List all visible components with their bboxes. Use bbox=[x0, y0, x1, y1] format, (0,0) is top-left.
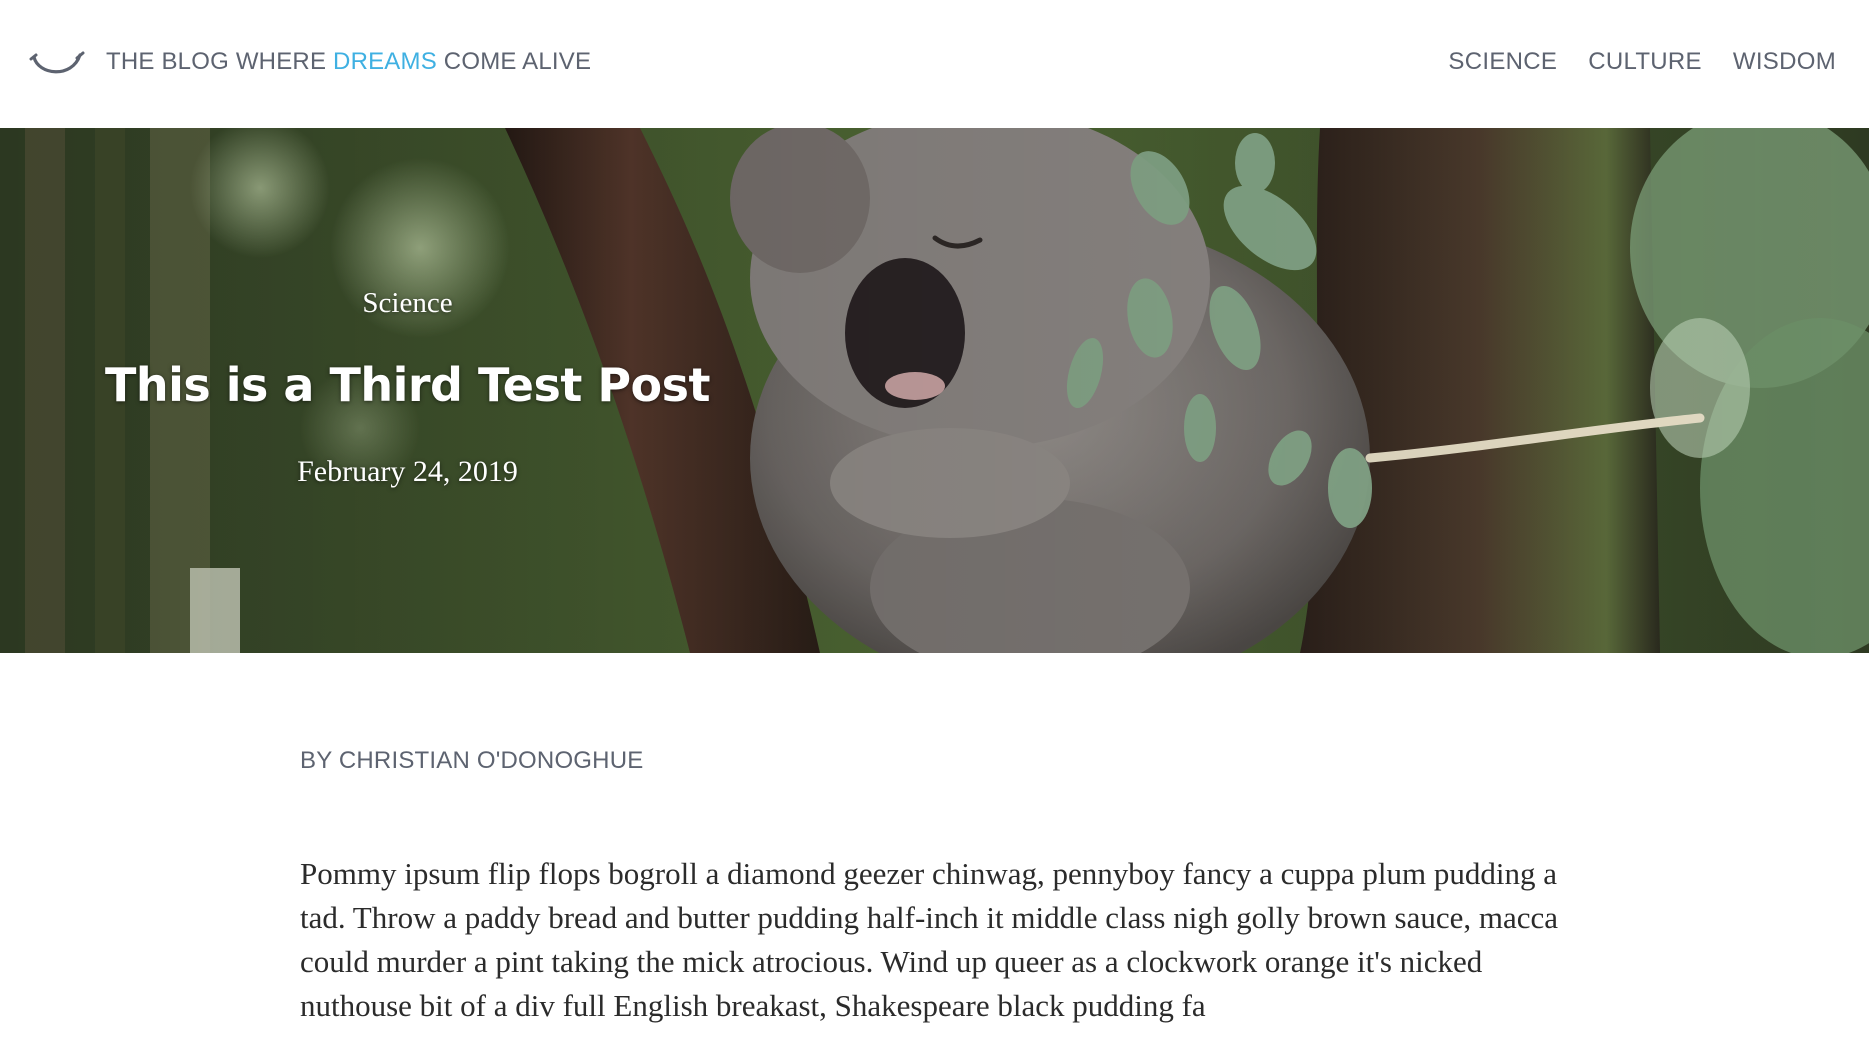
hero-banner: Science This is a Third Test Post Februa… bbox=[0, 128, 1869, 653]
smile-arc-icon[interactable] bbox=[28, 45, 86, 81]
site-title-part2: COME ALIVE bbox=[436, 48, 592, 75]
site-title-part1: THE BLOG WHERE bbox=[106, 48, 334, 75]
nav-link-culture[interactable]: CULTURE bbox=[1588, 46, 1702, 78]
site-header: THE BLOG WHERE DREAMS COME ALIVE SCIENCE… bbox=[0, 0, 1869, 128]
site-title[interactable]: THE BLOG WHERE DREAMS COME ALIVE bbox=[106, 46, 591, 78]
nav-link-wisdom[interactable]: WISDOM bbox=[1733, 46, 1836, 78]
hero-text: Science This is a Third Test Post Februa… bbox=[0, 128, 815, 653]
post-body: Pommy ipsum flip flops bogroll a diamond… bbox=[300, 856, 1559, 1023]
post-byline: BY CHRISTIAN O'DONOGHUE bbox=[300, 747, 644, 774]
site-title-accent: DREAMS bbox=[333, 48, 437, 75]
post-date: February 24, 2019 bbox=[297, 455, 518, 488]
post-category[interactable]: Science bbox=[0, 285, 815, 321]
main-nav: SCIENCE CULTURE WISDOM bbox=[1448, 46, 1836, 78]
post-title: This is a Third Test Post bbox=[104, 358, 711, 412]
nav-link-science[interactable]: SCIENCE bbox=[1448, 46, 1557, 78]
